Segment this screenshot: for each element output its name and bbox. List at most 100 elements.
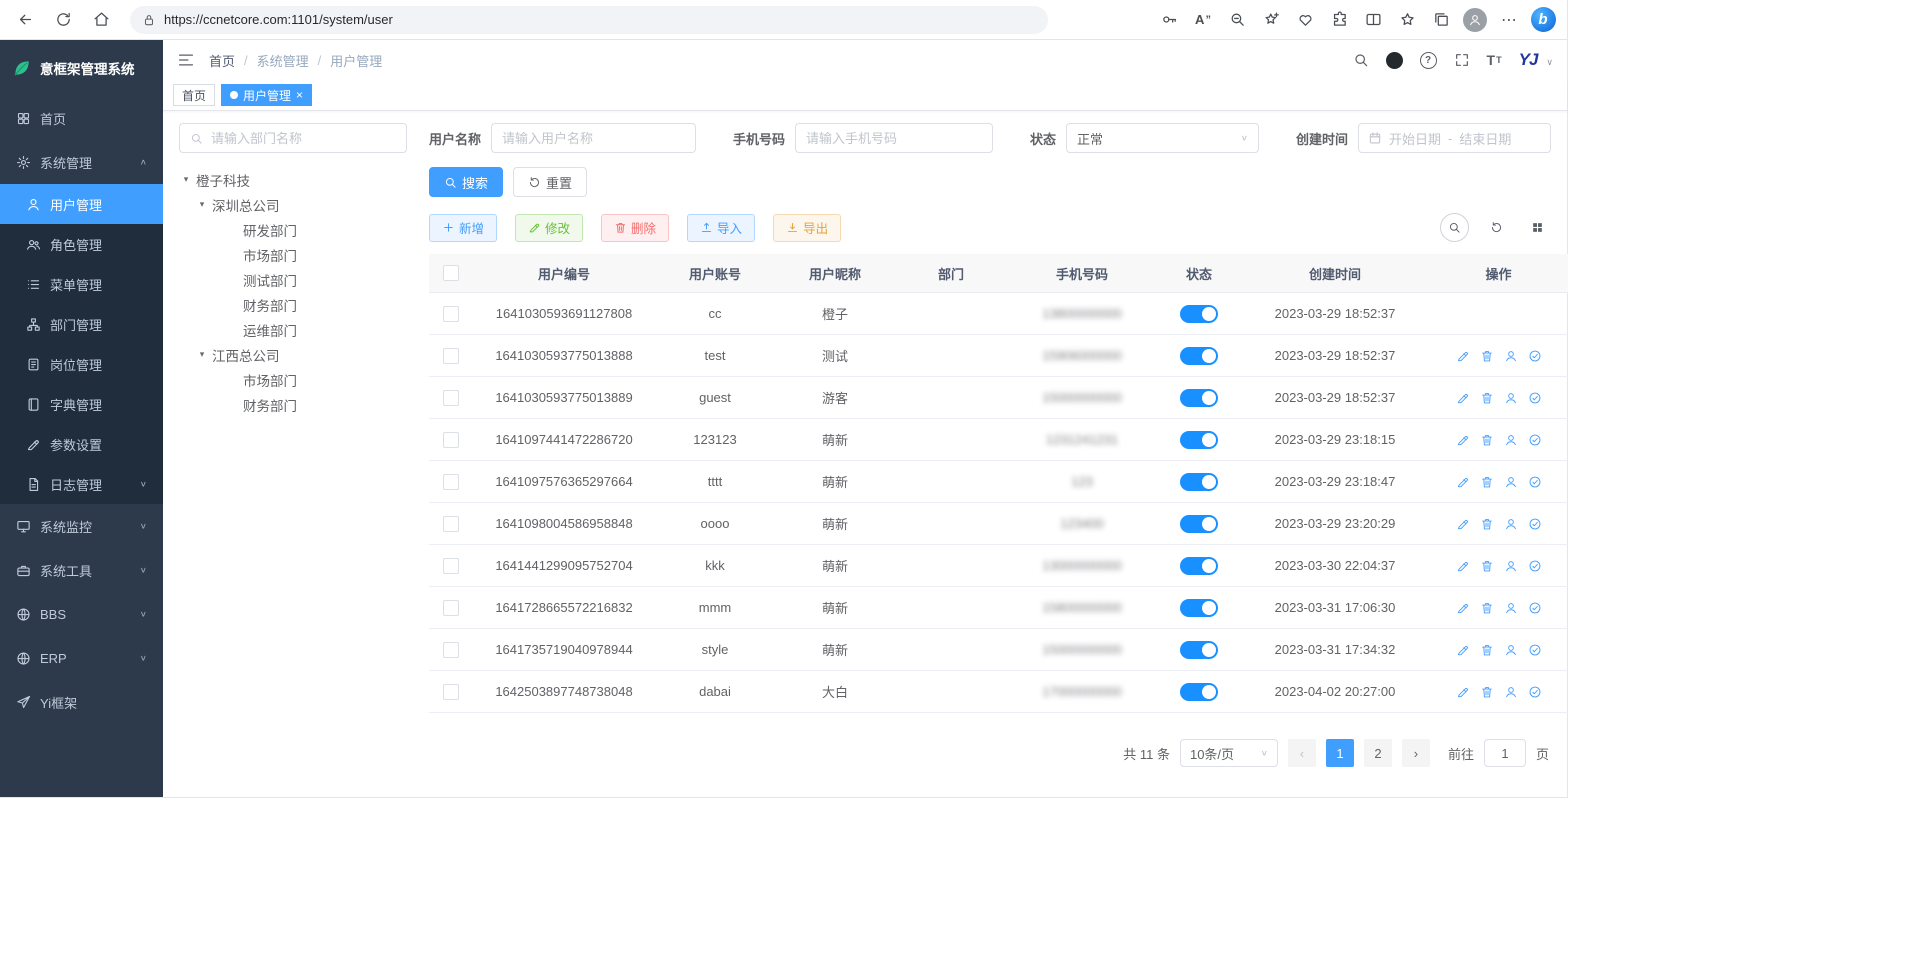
sidebar-item[interactable]: Yi框架: [0, 680, 163, 724]
status-toggle[interactable]: [1180, 347, 1218, 365]
edit-icon[interactable]: [1456, 391, 1470, 405]
status-toggle[interactable]: [1180, 683, 1218, 701]
delete-button[interactable]: 删除: [601, 214, 669, 242]
delete-icon[interactable]: [1480, 475, 1494, 489]
tree-node[interactable]: ▾ 橙子科技: [179, 167, 407, 192]
reset-password-icon[interactable]: [1504, 601, 1518, 615]
split-screen-icon[interactable]: [1357, 4, 1389, 36]
page-size-select[interactable]: 10条/页: [1180, 739, 1278, 767]
assign-role-icon[interactable]: [1528, 475, 1542, 489]
row-checkbox[interactable]: [443, 642, 459, 658]
delete-icon[interactable]: [1480, 685, 1494, 699]
import-button[interactable]: 导入: [687, 214, 755, 242]
sidebar-item[interactable]: ERP ∨: [0, 636, 163, 680]
profile-avatar[interactable]: [1459, 4, 1491, 36]
assign-role-icon[interactable]: [1528, 643, 1542, 657]
read-aloud-icon[interactable]: [1187, 4, 1219, 36]
copilot-bing-icon[interactable]: [1527, 4, 1559, 36]
row-checkbox[interactable]: [443, 390, 459, 406]
select-all-checkbox[interactable]: [443, 265, 459, 281]
row-checkbox[interactable]: [443, 684, 459, 700]
reset-password-icon[interactable]: [1504, 685, 1518, 699]
reset-password-icon[interactable]: [1504, 643, 1518, 657]
goto-page-input[interactable]: [1484, 739, 1526, 767]
status-toggle[interactable]: [1180, 473, 1218, 491]
delete-icon[interactable]: [1480, 559, 1494, 573]
edit-icon[interactable]: [1456, 559, 1470, 573]
sidebar-item[interactable]: 系统监控 ∨: [0, 504, 163, 548]
assign-role-icon[interactable]: [1528, 349, 1542, 363]
sidebar-item[interactable]: 系统工具 ∨: [0, 548, 163, 592]
tree-node[interactable]: 研发部门: [179, 217, 407, 242]
row-checkbox[interactable]: [443, 348, 459, 364]
close-icon[interactable]: ×: [296, 89, 303, 101]
sidebar-toggle-icon[interactable]: [177, 51, 195, 69]
tab-user-management[interactable]: 用户管理 ×: [221, 84, 312, 106]
edit-icon[interactable]: [1456, 349, 1470, 363]
tree-node[interactable]: 测试部门: [179, 267, 407, 292]
breadcrumb-home[interactable]: 首页: [209, 51, 235, 70]
assign-role-icon[interactable]: [1528, 601, 1542, 615]
tree-node[interactable]: 财务部门: [179, 292, 407, 317]
tree-node[interactable]: ▾ 深圳总公司: [179, 192, 407, 217]
edit-icon[interactable]: [1456, 433, 1470, 447]
reset-password-icon[interactable]: [1504, 349, 1518, 363]
assign-role-icon[interactable]: [1528, 391, 1542, 405]
tab-home[interactable]: 首页: [173, 84, 215, 106]
edit-icon[interactable]: [1456, 643, 1470, 657]
row-checkbox[interactable]: [443, 600, 459, 616]
github-icon[interactable]: [1386, 52, 1403, 69]
sidebar-item[interactable]: 用户管理: [0, 184, 163, 224]
favorites-icon[interactable]: [1391, 4, 1423, 36]
page-button-1[interactable]: 1: [1326, 739, 1354, 767]
avatar-caret-icon[interactable]: [1546, 57, 1553, 68]
status-toggle[interactable]: [1180, 515, 1218, 533]
sidebar-item[interactable]: BBS ∨: [0, 592, 163, 636]
row-checkbox[interactable]: [443, 474, 459, 490]
next-page-button[interactable]: ›: [1402, 739, 1430, 767]
sidebar-item[interactable]: 字典管理: [0, 384, 163, 424]
dept-search-box[interactable]: [179, 123, 407, 153]
sidebar-item[interactable]: 系统管理 ∧: [0, 140, 163, 184]
zoom-out-icon[interactable]: [1221, 4, 1253, 36]
sidebar-item[interactable]: 参数设置: [0, 424, 163, 464]
sidebar-item[interactable]: 部门管理: [0, 304, 163, 344]
password-key-icon[interactable]: [1153, 4, 1185, 36]
reset-password-icon[interactable]: [1504, 517, 1518, 531]
status-toggle[interactable]: [1180, 557, 1218, 575]
edit-icon[interactable]: [1456, 475, 1470, 489]
column-settings-icon[interactable]: [1524, 214, 1551, 241]
back-icon[interactable]: [8, 4, 42, 36]
row-checkbox[interactable]: [443, 432, 459, 448]
address-bar[interactable]: https://ccnetcore.com:1101/system/user: [130, 6, 1048, 34]
assign-role-icon[interactable]: [1528, 559, 1542, 573]
sidebar-item[interactable]: 角色管理: [0, 224, 163, 264]
assign-role-icon[interactable]: [1528, 433, 1542, 447]
prev-page-button[interactable]: ‹: [1288, 739, 1316, 767]
tree-node[interactable]: 财务部门: [179, 392, 407, 417]
reset-password-icon[interactable]: [1504, 559, 1518, 573]
row-checkbox[interactable]: [443, 516, 459, 532]
browser-home-icon[interactable]: [84, 4, 118, 36]
tree-node[interactable]: ▾ 江西总公司: [179, 342, 407, 367]
tree-node[interactable]: 市场部门: [179, 242, 407, 267]
tree-node[interactable]: 市场部门: [179, 367, 407, 392]
toggle-search-icon[interactable]: [1440, 213, 1469, 242]
sidebar-item[interactable]: 岗位管理: [0, 344, 163, 384]
search-icon[interactable]: [1353, 52, 1369, 68]
settings-dots-icon[interactable]: [1493, 4, 1525, 36]
extensions-icon[interactable]: [1323, 4, 1355, 36]
add-button[interactable]: 新增: [429, 214, 497, 242]
date-range-picker[interactable]: 开始日期 - 结束日期: [1358, 123, 1551, 153]
status-toggle[interactable]: [1180, 389, 1218, 407]
row-checkbox[interactable]: [443, 558, 459, 574]
collections-icon[interactable]: [1425, 4, 1457, 36]
help-icon[interactable]: [1420, 52, 1437, 69]
reload-icon[interactable]: [46, 4, 80, 36]
username-input[interactable]: [491, 123, 696, 153]
edit-icon[interactable]: [1456, 517, 1470, 531]
export-button[interactable]: 导出: [773, 214, 841, 242]
edit-icon[interactable]: [1456, 685, 1470, 699]
modify-button[interactable]: 修改: [515, 214, 583, 242]
phone-input[interactable]: [795, 123, 993, 153]
